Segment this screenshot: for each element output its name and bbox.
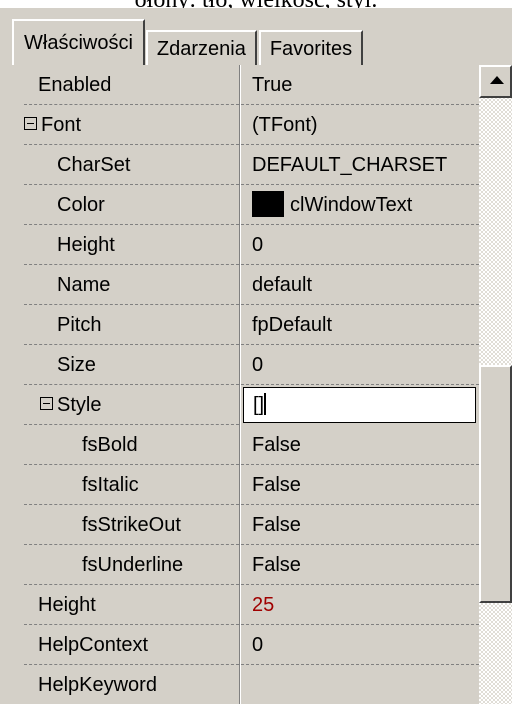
inspector-tabs: Właściwości Zdarzenia Favorites	[12, 19, 365, 65]
tab-favorites[interactable]: Favorites	[258, 30, 364, 65]
tab-properties[interactable]: Właściwości	[12, 19, 145, 65]
property-name-cell: Font	[24, 105, 239, 145]
property-row-name[interactable]: Name default	[24, 265, 479, 305]
property-name: Font	[41, 114, 82, 136]
property-value[interactable]: 0	[241, 225, 479, 265]
property-value[interactable]: False	[241, 505, 479, 545]
property-grid: Enabled True Font (TFont) CharSet DEFAUL…	[24, 65, 479, 704]
property-row-charset[interactable]: CharSet DEFAULT_CHARSET	[24, 145, 479, 185]
property-value-modified[interactable]: 25	[241, 585, 479, 625]
property-row-helpkeyword[interactable]: HelpKeyword	[24, 665, 479, 704]
property-row-fsunderline[interactable]: fsUnderline False	[24, 545, 479, 585]
property-value[interactable]: fpDefault	[241, 305, 479, 345]
text-caret	[264, 392, 267, 415]
color-swatch	[252, 190, 284, 217]
property-name: Name	[24, 265, 239, 305]
property-name: HelpContext	[24, 625, 239, 665]
property-name: Style	[57, 394, 102, 416]
property-row-enabled[interactable]: Enabled True	[24, 65, 479, 105]
property-name: HelpKeyword	[24, 665, 239, 704]
property-name: Pitch	[24, 305, 239, 345]
property-name: CharSet	[24, 145, 239, 185]
property-value[interactable]: False	[241, 465, 479, 505]
property-name: Height	[24, 225, 239, 265]
property-name: fsUnderline	[24, 545, 239, 585]
property-name: fsStrikeOut	[24, 505, 239, 545]
scroll-thumb[interactable]	[479, 365, 512, 603]
property-row-fsbold[interactable]: fsBold False	[24, 425, 479, 465]
property-value[interactable]: (TFont)	[241, 105, 479, 145]
property-row-pitch[interactable]: Pitch fpDefault	[24, 305, 479, 345]
property-row-font[interactable]: Font (TFont)	[24, 105, 479, 145]
property-name: Height	[24, 585, 239, 625]
minus-box-icon[interactable]	[40, 397, 53, 411]
property-name: fsBold	[24, 425, 239, 465]
property-value[interactable]: default	[241, 265, 479, 305]
property-name: Enabled	[24, 65, 239, 105]
property-value[interactable]: False	[241, 545, 479, 585]
property-value[interactable]: 0	[241, 625, 479, 665]
property-name: Size	[24, 345, 239, 385]
column-divider[interactable]	[239, 385, 241, 425]
object-inspector: Właściwości Zdarzenia Favorites Enabled …	[0, 8, 512, 704]
property-grid-frame: Enabled True Font (TFont) CharSet DEFAUL…	[24, 65, 512, 704]
property-value[interactable]: True	[241, 65, 479, 105]
property-value[interactable]: 0	[241, 345, 479, 385]
property-value[interactable]: DEFAULT_CHARSET	[241, 145, 479, 185]
property-value-editor[interactable]: []	[243, 387, 476, 423]
property-value[interactable]	[241, 665, 479, 704]
tab-events[interactable]: Zdarzenia	[145, 30, 257, 65]
property-row-font-height[interactable]: Height 0	[24, 225, 479, 265]
minus-box-icon[interactable]	[24, 117, 37, 131]
vertical-scrollbar[interactable]	[479, 65, 512, 704]
property-name: fsItalic	[24, 465, 239, 505]
up-arrow-icon	[490, 76, 504, 84]
property-row-fsitalic[interactable]: fsItalic False	[24, 465, 479, 505]
property-value-cell[interactable]: clWindowText	[241, 185, 479, 225]
editor-text: []	[253, 394, 265, 416]
property-name: Color	[24, 185, 239, 225]
property-row-size[interactable]: Size 0	[24, 345, 479, 385]
property-row-color[interactable]: Color clWindowText	[24, 185, 479, 225]
property-row-helpcontext[interactable]: HelpContext 0	[24, 625, 479, 665]
property-row-height[interactable]: Height 25	[24, 585, 479, 625]
property-name-cell: Style	[24, 385, 239, 425]
property-value: clWindowText	[290, 194, 413, 216]
property-row-style[interactable]: Style []	[24, 385, 479, 425]
property-row-fsstrikeout[interactable]: fsStrikeOut False	[24, 505, 479, 545]
scroll-up-button[interactable]	[479, 65, 512, 98]
property-value[interactable]: False	[241, 425, 479, 465]
